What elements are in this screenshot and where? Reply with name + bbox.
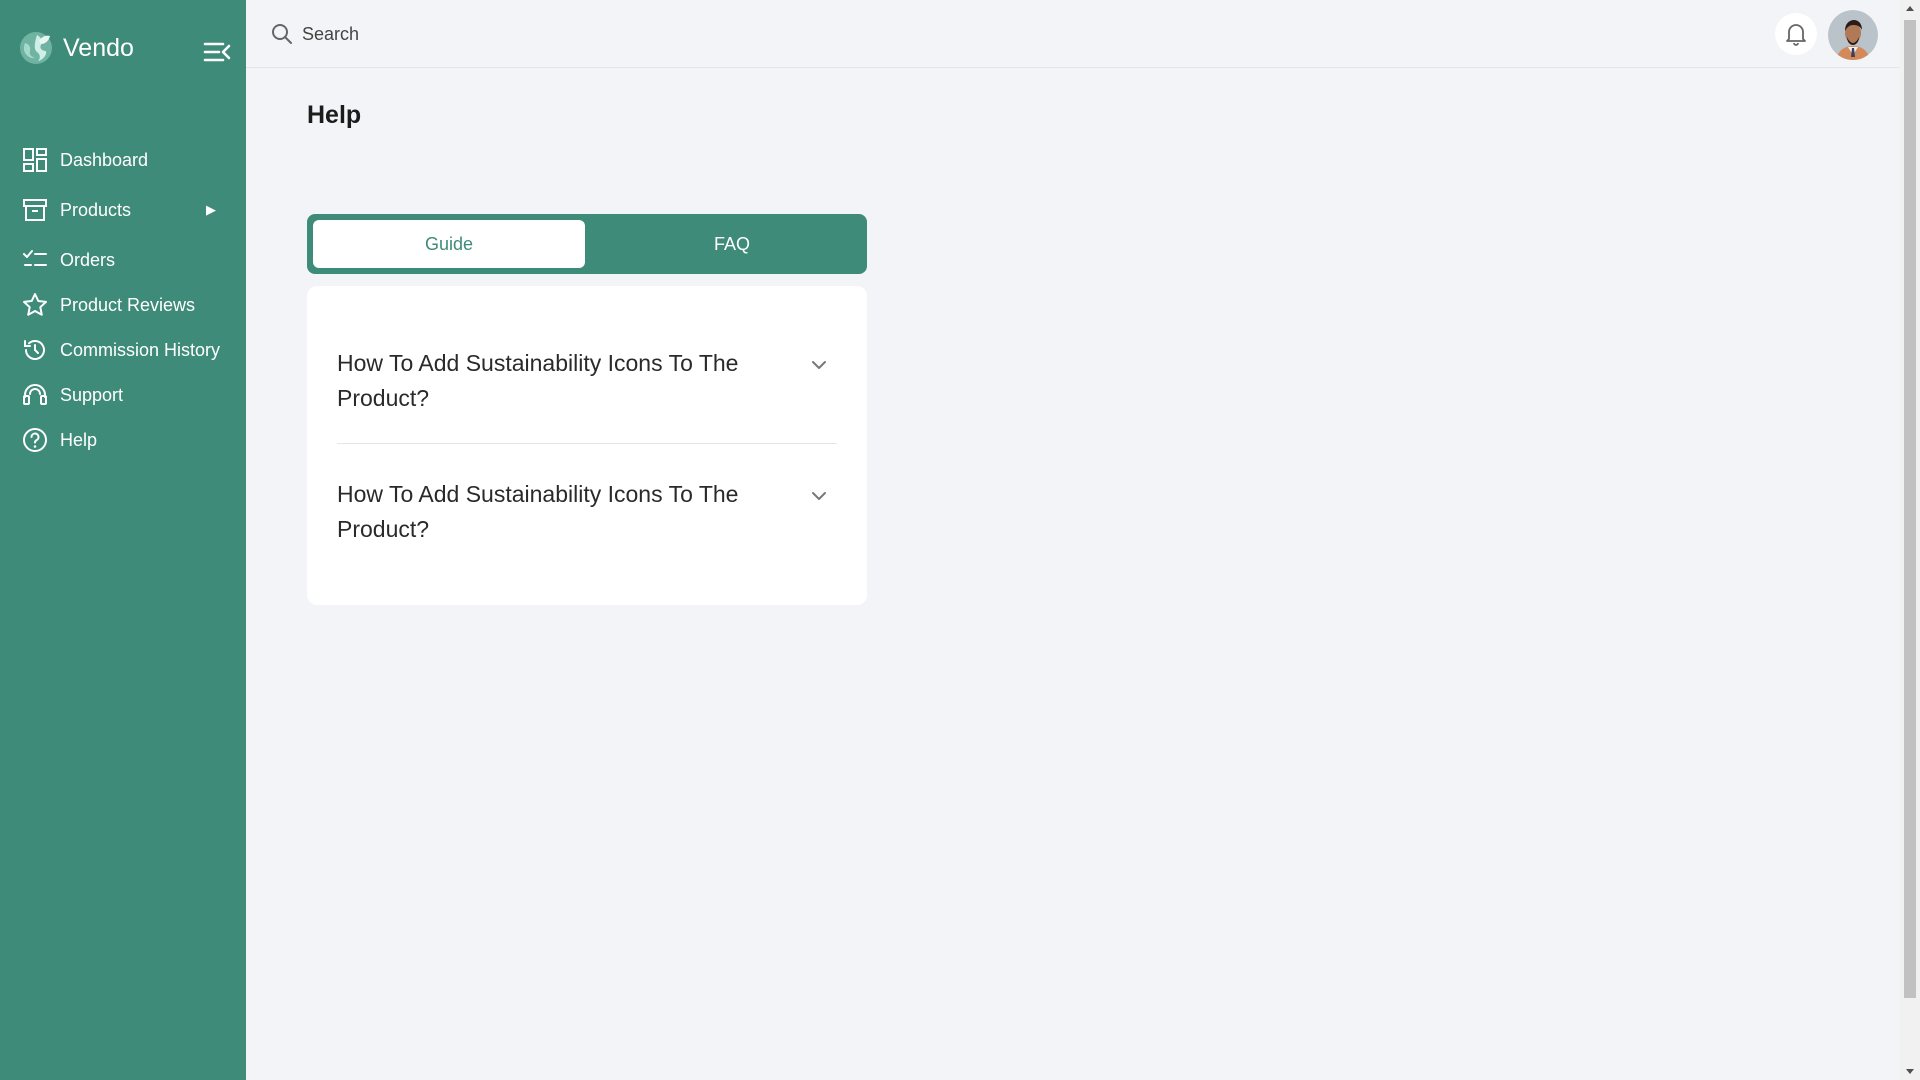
chevron-down-icon[interactable] <box>811 360 827 370</box>
sidebar-item-support[interactable]: Support <box>0 375 246 415</box>
sidebar-item-label: Dashboard <box>60 149 149 170</box>
faq-item[interactable]: How To Add Sustainability Icons To The P… <box>337 346 837 426</box>
expand-arrow-icon[interactable]: ▶ <box>206 202 216 218</box>
sidebar-item-label: Products <box>60 199 132 220</box>
search-icon <box>272 24 292 44</box>
scroll-up-arrow-icon[interactable] <box>1900 0 1920 18</box>
tab-guide[interactable]: Guide <box>313 220 585 268</box>
sidebar-item-label: Support <box>60 384 124 405</box>
chevron-down-icon[interactable] <box>811 491 827 501</box>
scroll-down-arrow-icon[interactable] <box>1900 1062 1920 1080</box>
sidebar-item-product-reviews[interactable]: Product Reviews <box>0 285 246 325</box>
faq-card: How To Add Sustainability Icons To The P… <box>307 286 867 605</box>
sidebar-item-label: Orders <box>60 249 116 270</box>
tab-faq[interactable]: FAQ <box>597 220 867 268</box>
faq-item[interactable]: How To Add Sustainability Icons To The P… <box>337 477 837 557</box>
archive-box-icon <box>23 199 47 221</box>
sidebar-item-help[interactable]: Help <box>0 420 246 460</box>
sidebar-item-label: Product Reviews <box>60 294 196 315</box>
bell-icon <box>1786 24 1806 46</box>
sidebar-item-label: Commission History <box>60 339 221 360</box>
divider <box>337 443 837 444</box>
help-tabs: Guide FAQ <box>307 214 867 274</box>
search-input[interactable] <box>302 18 702 50</box>
checklist-icon <box>23 250 47 266</box>
faq-question: How To Add Sustainability Icons To The P… <box>337 481 739 542</box>
sidebar-item-dashboard[interactable]: Dashboard <box>0 140 246 180</box>
headset-icon <box>23 384 47 405</box>
brand[interactable]: Vendo <box>19 31 134 65</box>
faq-question: How To Add Sustainability Icons To The P… <box>337 350 739 411</box>
collapse-sidebar-icon[interactable] <box>203 40 231 64</box>
question-circle-icon <box>23 428 47 452</box>
notifications-button[interactable] <box>1775 13 1817 55</box>
sidebar-item-commission-history[interactable]: Commission History <box>0 330 246 370</box>
topbar <box>246 0 1900 68</box>
star-icon <box>23 293 47 316</box>
avatar[interactable] <box>1828 10 1878 60</box>
history-icon <box>24 340 45 360</box>
scrollbar[interactable] <box>1900 0 1920 1080</box>
sidebar-item-label: Help <box>60 429 98 450</box>
brand-name: Vendo <box>63 33 134 62</box>
page-title: Help <box>307 101 362 129</box>
dashboard-icon <box>23 148 47 172</box>
sidebar: Vendo Dashboard Products ▶ Orders Produc… <box>0 0 246 1080</box>
globe-leaf-logo-icon <box>20 32 52 64</box>
scroll-thumb[interactable] <box>1904 20 1916 998</box>
sidebar-item-orders[interactable]: Orders <box>0 240 246 280</box>
sidebar-item-products[interactable]: Products ▶ <box>0 190 246 230</box>
